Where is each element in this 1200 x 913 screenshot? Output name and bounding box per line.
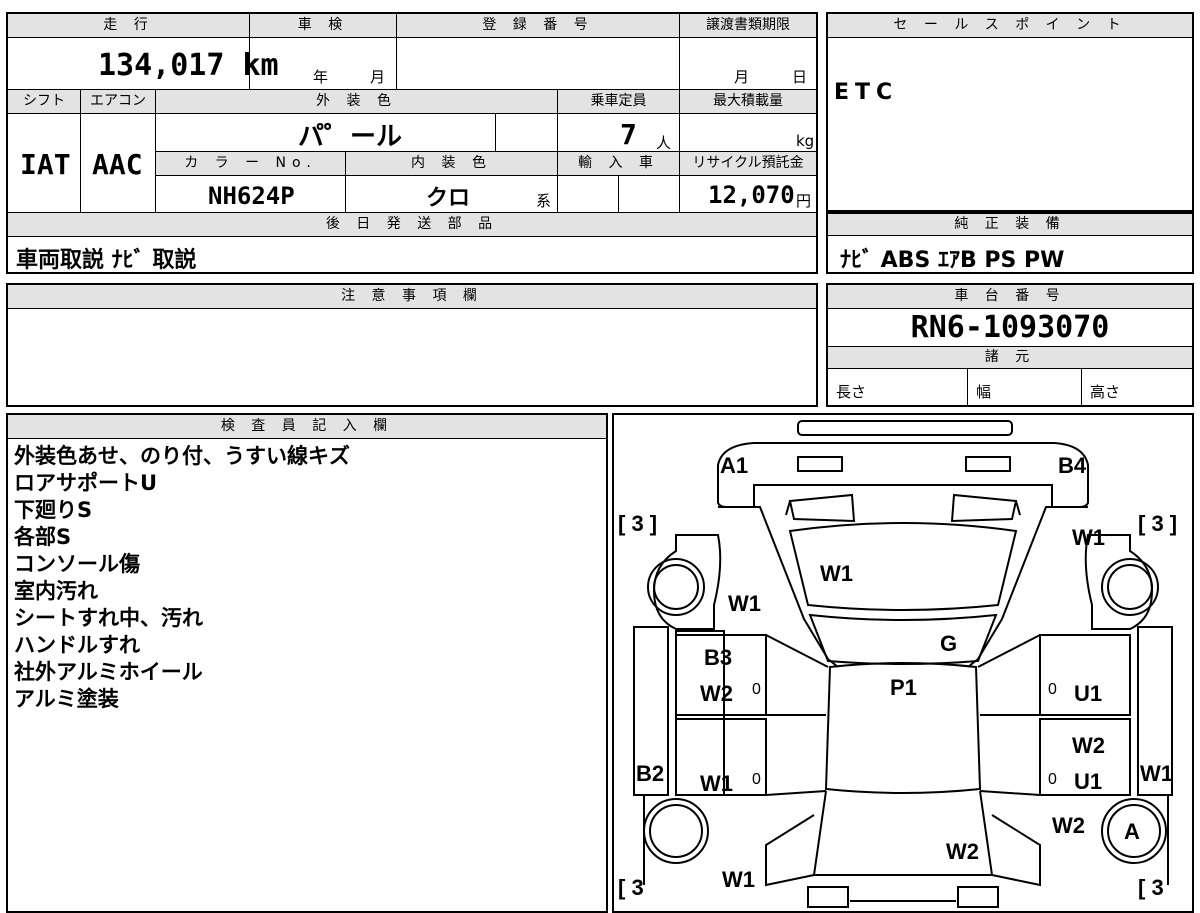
mark-w1-hood: W1 [820,561,853,586]
mark-w2-left: W2 [700,681,733,706]
mark-a1: A1 [720,453,749,478]
chassis-label: 車 台 番 号 [828,285,1192,309]
equipment-box: 純 正 装 備 ﾅﾋﾞ ABS ｴｱB PS PW [826,212,1194,274]
exterior-color-label: 外 装 色 [156,90,558,114]
sales-point-label: セ ー ル ス ポ イ ン ト [828,14,1192,38]
chassis-box: 車 台 番 号 RN6-1093070 諸 元 長さ 幅 高さ [826,283,1194,407]
mark-zero-right-lower: 0 [1048,771,1057,788]
car-diagram-box: A1 B4 W1 W1 W1 G B3 P1 W2 0 0 U1 W2 B2 W… [612,413,1194,913]
registration-label: 登 録 番 号 [397,14,680,38]
tire-bracket-rear-right: [ 3 [1138,875,1164,900]
mark-b4: B4 [1058,453,1087,478]
caution-box: 注 意 事 項 欄 [6,283,818,407]
mark-w2-rear: W2 [946,839,979,864]
capacity-unit: 人 [656,134,672,152]
inspection-month: 月 [370,68,386,86]
color-no-value: NH624P [208,182,295,210]
capacity-value: 7 [620,118,637,151]
tire-bracket-rear-left: [ 3 [618,875,644,900]
parts-label: 後 日 発 送 部 品 [8,213,816,237]
mark-w2-rear-right: W2 [1052,813,1085,838]
mark-b2: B2 [636,761,665,786]
shift-value: IAT [20,148,71,181]
mark-w2-right: W2 [1072,733,1105,758]
specs-width: 幅 [976,383,992,401]
import-value-b [619,176,680,213]
inspection-year: 年 [313,68,329,86]
main-info-table: 走 行 車 検 登 録 番 号 譲渡書類期限 134,017 km 年 月 月 … [6,12,818,274]
note-line: アルミ塗装 [14,687,119,711]
transfer-label: 譲渡書類期限 [680,14,816,38]
mark-w1-front-right: W1 [1072,525,1105,550]
mark-p1: P1 [890,675,917,700]
mark-zero-right-top: 0 [1048,681,1057,698]
mark-u1-right-lower: U1 [1074,769,1103,794]
mark-g: G [940,631,958,656]
registration-value [397,38,680,90]
mark-u1-right-top: U1 [1074,681,1103,706]
car-outline [633,420,1173,908]
specs-label: 諸 元 [828,347,1192,369]
caution-label: 注 意 事 項 欄 [8,285,816,309]
sales-point-value: ETC [834,80,899,105]
recycle-unit: 円 [796,192,812,210]
chassis-value: RN6-1093070 [828,309,1192,347]
inspector-label: 検 査 員 記 入 欄 [8,415,606,439]
mark-w1-front-left: W1 [728,591,761,616]
interior-color-suffix: 系 [536,192,552,210]
aircon-label: エアコン [81,90,156,114]
import-label: 輸 入 車 [558,152,680,176]
max-load-unit: kg [796,132,815,150]
import-value-a [558,176,619,213]
inspector-box: 検 査 員 記 入 欄 外装色あせ、のり付、うすい線キズ ロアサポートU 下廻り… [6,413,608,913]
mark-w1-left-lower: W1 [700,771,733,796]
mark-zero-left-lower: 0 [752,771,761,788]
note-line: 社外アルミホイール [14,660,203,684]
transfer-month: 月 [734,68,750,86]
tire-bracket-front-left: [ 3 ] [618,511,658,536]
specs-height: 高さ [1090,383,1121,401]
aircon-value: AAC [92,148,143,181]
note-line: ハンドルすれ [14,633,140,657]
note-line: ロアサポートU [14,471,158,495]
note-line: シートすれ中、汚れ [14,606,203,630]
tire-bracket-front-right: [ 3 ] [1138,511,1178,536]
mark-w1-right-side: W1 [1140,761,1173,786]
exterior-color-value: パ゜ール [298,122,403,152]
max-load-label: 最大積載量 [680,90,816,114]
recycle-value: 12,070 [708,181,795,209]
mark-w1-rear-left: W1 [722,867,755,892]
specs-length: 長さ [836,383,867,401]
sales-point-box: セ ー ル ス ポ イ ン ト ETC [826,12,1194,212]
mileage-label: 走 行 [8,14,250,38]
note-line: 下廻りS [14,498,93,522]
mark-zero-left-top: 0 [752,681,761,698]
equipment-label: 純 正 装 備 [828,214,1192,236]
interior-color-label: 内 装 色 [346,152,558,176]
capacity-label: 乗車定員 [558,90,680,114]
parts-value: 車両取説 ﾅﾋﾞ 取説 [16,248,197,273]
inspector-notes: 外装色あせ、のり付、うすい線キズ ロアサポートU 下廻りS 各部S コンソール傷… [14,443,350,713]
note-line: 室内汚れ [14,579,98,603]
note-line: コンソール傷 [14,552,140,576]
mark-b3: B3 [704,645,733,670]
inspection-label: 車 検 [250,14,397,38]
interior-color-value: クロ [426,186,471,211]
shift-label: シフト [8,90,81,114]
equipment-value: ﾅﾋﾞ ABS ｴｱB PS PW [840,248,1065,273]
note-line: 外装色あせ、のり付、うすい線キズ [14,444,350,468]
color-no-label: カ ラ ー No. [156,152,346,176]
recycle-label: リサイクル預託金 [680,152,816,176]
transfer-day: 日 [792,68,808,86]
mark-a-tire: A [1124,819,1140,844]
note-line: 各部S [14,525,72,549]
